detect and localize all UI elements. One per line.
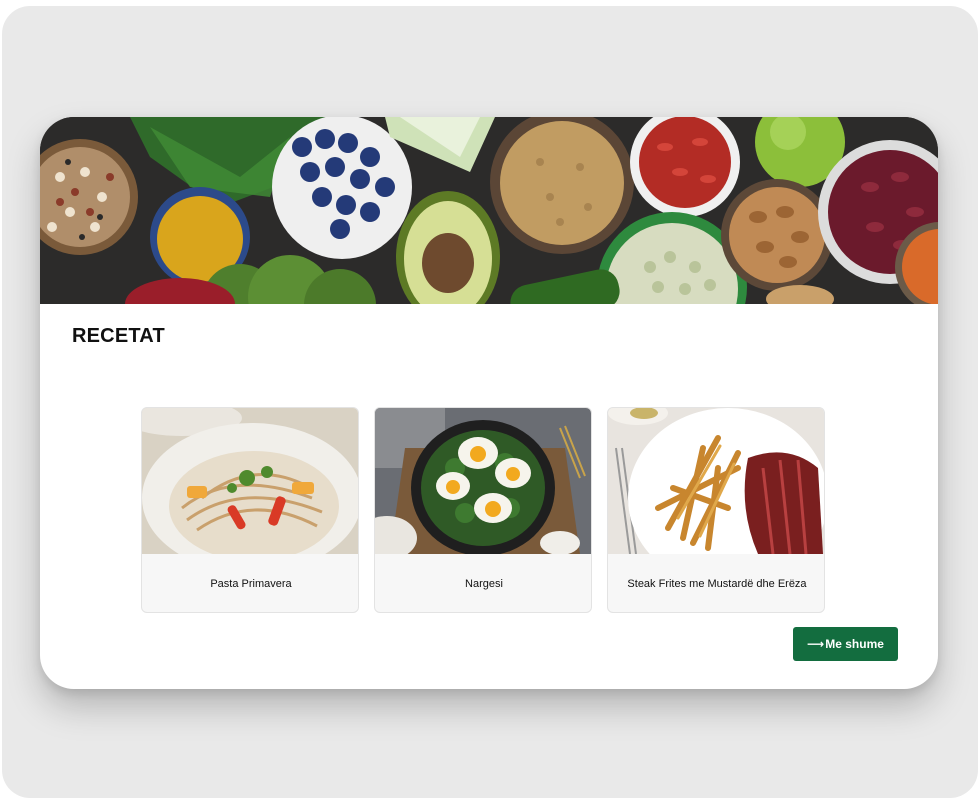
- section-title: RECETAT: [72, 325, 165, 347]
- recipe-title: Nargesi: [465, 578, 503, 590]
- hero-banner-image: [40, 117, 938, 304]
- pasta-primavera-photo: [142, 408, 358, 554]
- recipe-title: Pasta Primavera: [210, 578, 292, 590]
- recipe-card-pasta-primavera[interactable]: Pasta Primavera: [141, 407, 359, 613]
- nargesi-photo: [375, 408, 591, 554]
- recipe-card-nargesi[interactable]: Nargesi: [374, 407, 592, 613]
- steak-frites-photo: [608, 408, 824, 554]
- recipe-title: Steak Frites me Mustardë dhe Erëza: [627, 578, 807, 590]
- more-button-label: Me shume: [825, 637, 884, 651]
- arrow-right-icon: ⟶: [807, 637, 825, 651]
- more-recipes-button[interactable]: ⟶ Me shume: [793, 627, 898, 661]
- recipe-card-steak-frites[interactable]: Steak Frites me Mustardë dhe Erëza: [607, 407, 825, 613]
- recipes-card: RECETAT Pasta Primavera Nargesi Steak Fr…: [40, 117, 938, 689]
